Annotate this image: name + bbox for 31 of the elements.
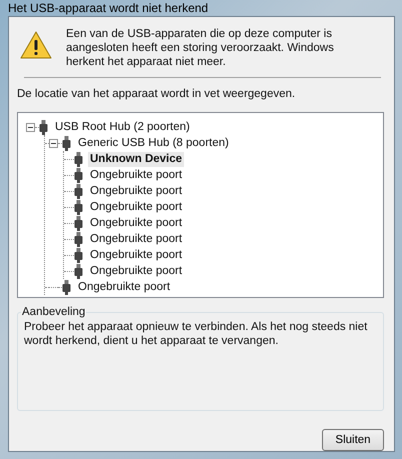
- collapse-toggle[interactable]: [26, 122, 35, 132]
- tree-item[interactable]: USB Root Hub (2 poorten): [53, 120, 192, 134]
- tree-item[interactable]: Ongebruikte poort: [88, 264, 184, 278]
- usb-plug-icon: [62, 280, 71, 294]
- tree-item[interactable]: Ongebruikte poort: [88, 200, 184, 214]
- tree-item[interactable]: Ongebruikte poort: [88, 248, 184, 262]
- usb-plug-icon: [74, 168, 83, 182]
- usb-plug-icon: [74, 184, 83, 198]
- tree-item[interactable]: Ongebruikte poort: [88, 168, 184, 182]
- close-button[interactable]: Sluiten: [322, 429, 384, 451]
- error-message: Een van de USB-apparaten die op deze computer is aangesloten heeft een storing veroorzaakt. Windows herkent het apparaat niet meer.: [66, 27, 335, 69]
- usb-plug-icon: [74, 264, 83, 278]
- collapse-toggle[interactable]: [49, 138, 58, 148]
- usb-plug-icon: [74, 216, 83, 230]
- usb-plug-icon: [74, 200, 83, 214]
- usb-plug-icon: [74, 248, 83, 262]
- usb-plug-icon: [62, 136, 71, 150]
- recommendation-text: Probeer het apparaat opnieuw te verbinden. Als het nog steeds niet wordt herkend, dient u het apparaat te vervangen.: [24, 320, 368, 348]
- recommendation-title: Aanbeveling: [21, 306, 86, 318]
- window-title: Het USB-apparaat wordt niet herkend: [8, 1, 208, 15]
- usb-plug-icon: [74, 232, 83, 246]
- usb-plug-icon: [39, 120, 48, 134]
- tree-item[interactable]: Ongebruikte poort: [88, 216, 184, 230]
- tree-item[interactable]: Generic USB Hub (8 poorten): [76, 136, 231, 150]
- tree-item[interactable]: Unknown Device: [88, 152, 184, 166]
- usb-plug-icon: [74, 152, 83, 166]
- tree-item[interactable]: Ongebruikte poort: [88, 232, 184, 246]
- location-note: De locatie van het apparaat wordt in vet weergegeven.: [17, 88, 296, 100]
- tree-item[interactable]: Ongebruikte poort: [76, 280, 172, 294]
- warning-icon: [20, 31, 52, 59]
- tree-item[interactable]: Ongebruikte poort: [88, 184, 184, 198]
